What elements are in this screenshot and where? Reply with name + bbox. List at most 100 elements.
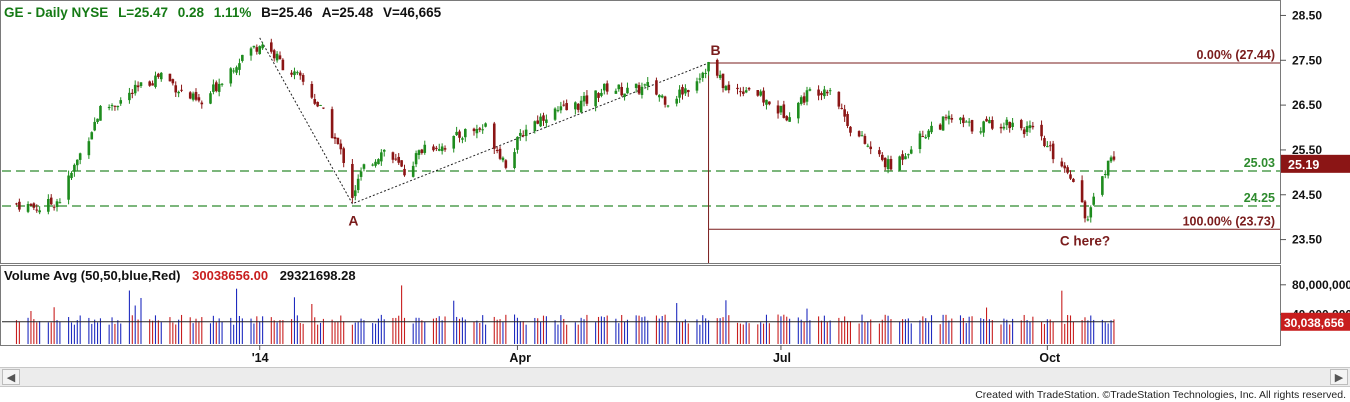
- price-candle: [478, 128, 482, 130]
- price-candle: [319, 104, 322, 106]
- price-candle: [944, 117, 948, 119]
- price-candle: [849, 126, 852, 133]
- price-candle: [443, 148, 447, 150]
- price-candle: [886, 159, 890, 170]
- price-candle: [174, 85, 178, 93]
- price-candle: [646, 82, 650, 87]
- price-candle: [382, 149, 386, 152]
- last-price-badge-label: 25.19: [1288, 158, 1319, 172]
- price-candle: [452, 135, 456, 149]
- price-candle: [258, 46, 262, 55]
- price-candle: [545, 119, 548, 123]
- price-candle: [660, 95, 664, 98]
- price-candle: [675, 98, 678, 104]
- price-candle: [1011, 122, 1014, 127]
- price-candle: [136, 85, 140, 88]
- horizontal-scrollbar[interactable]: ◀ ▶: [0, 367, 1350, 387]
- price-candle: [626, 87, 629, 94]
- price-candle: [107, 106, 111, 109]
- volume-header: Volume Avg (50,50,blue,Red) 30038656.00 …: [4, 268, 356, 283]
- price-candle: [116, 105, 120, 108]
- price-candle: [663, 96, 667, 105]
- change-percent: 1.11%: [214, 5, 252, 20]
- price-candle: [1112, 156, 1116, 160]
- price-candle: [353, 190, 357, 197]
- price-candle: [678, 89, 681, 98]
- change-value: 0.28: [178, 5, 205, 20]
- scroll-left-arrow-icon[interactable]: ◀: [2, 369, 20, 385]
- price-candle: [374, 161, 377, 166]
- price-candle: [1080, 180, 1084, 203]
- price-candle: [47, 199, 50, 212]
- scroll-right-arrow-icon[interactable]: ▶: [1330, 369, 1348, 385]
- price-candle: [559, 106, 563, 111]
- price-candle: [704, 72, 707, 74]
- price-candle: [96, 118, 99, 122]
- price-candle: [336, 137, 340, 145]
- price-volume-chart[interactable]: 25.03 24.25 0.00% (27.44) 100.00% (23.73) A B…: [0, 0, 1350, 366]
- price-candle: [278, 55, 282, 60]
- price-candle: [1048, 145, 1052, 147]
- price-candle: [823, 89, 826, 97]
- price-candle: [736, 87, 739, 90]
- price-candle: [799, 97, 803, 104]
- price-candle: [797, 102, 800, 119]
- price-candle: [391, 152, 395, 160]
- price-candle: [597, 93, 600, 98]
- price-candle: [272, 50, 276, 59]
- price-candle: [880, 154, 884, 160]
- price-candle: [15, 203, 18, 205]
- price-candle: [576, 103, 580, 110]
- price-candle: [744, 90, 748, 93]
- y-tick-label: 28.50: [1292, 8, 1322, 22]
- price-candle: [614, 90, 618, 94]
- price-candle: [269, 42, 273, 52]
- price-candle: [281, 59, 285, 71]
- fib-label: 100.00% (23.73): [1183, 214, 1275, 228]
- price-candle: [293, 71, 296, 76]
- price-candle: [73, 164, 76, 172]
- price-candle: [825, 91, 829, 94]
- price-plot-area[interactable]: [0, 0, 1281, 264]
- volume-value-red: 30038656.00: [192, 268, 268, 283]
- price-candle: [380, 152, 383, 162]
- price-candle: [762, 90, 765, 103]
- price-candle: [724, 86, 728, 91]
- price-candle: [119, 100, 123, 104]
- price-candle: [99, 105, 102, 121]
- price-candle: [151, 83, 154, 86]
- price-candle: [310, 83, 314, 98]
- price-candle: [464, 129, 467, 138]
- last-price: L=25.47: [118, 5, 168, 20]
- price-candle: [313, 99, 317, 104]
- price-candle: [1031, 125, 1035, 128]
- price-candle: [1019, 120, 1023, 129]
- price-candle: [397, 156, 401, 163]
- price-candle: [232, 70, 235, 72]
- price-candle: [194, 91, 198, 100]
- price-candle: [776, 105, 780, 114]
- support-label: 24.25: [1244, 191, 1275, 205]
- price-candle: [947, 115, 951, 120]
- price-candle: [521, 135, 525, 137]
- price-candle: [785, 116, 789, 121]
- price-candle: [759, 91, 762, 96]
- symbol-label: GE - Daily NYSE: [4, 5, 108, 20]
- y-tick-label: 26.50: [1292, 98, 1322, 112]
- price-candle: [579, 100, 583, 113]
- price-candle: [400, 160, 403, 167]
- price-candle: [985, 118, 988, 122]
- price-candle: [197, 97, 201, 101]
- volume-value: V=46,665: [383, 5, 442, 20]
- price-candle: [455, 131, 458, 136]
- price-candle: [698, 78, 702, 80]
- price-candle: [562, 104, 566, 106]
- price-candle: [640, 86, 644, 95]
- price-candle: [458, 131, 461, 138]
- price-candle: [991, 120, 994, 129]
- price-candle: [212, 84, 215, 92]
- price-candle: [1008, 121, 1012, 129]
- price-candle: [339, 143, 343, 150]
- x-tick-label: Apr: [509, 351, 531, 365]
- price-candle: [52, 206, 56, 208]
